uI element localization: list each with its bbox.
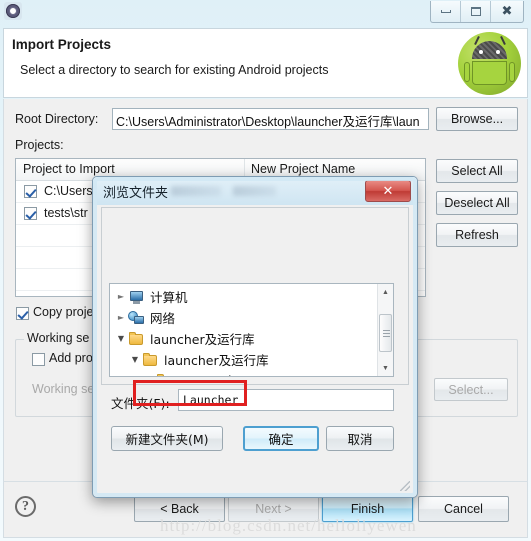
folder-name-label: 文件夹(F):: [111, 396, 170, 411]
chevron-down-icon[interactable]: ▼: [128, 355, 142, 364]
tree-item-launcher-root[interactable]: ▼ launcher及运行库: [114, 328, 257, 349]
tree-item-label: 计算机: [150, 290, 188, 305]
new-folder-button[interactable]: 新建文件夹(M): [111, 426, 223, 451]
tree-item-label: 网络: [150, 311, 176, 326]
dialog-title: 浏览文件夹: [103, 186, 169, 201]
page-subtitle: Select a directory to search for existin…: [20, 63, 329, 77]
eclipse-gear-icon: [4, 2, 22, 20]
select-working-set-button[interactable]: Select...: [434, 378, 508, 401]
tree-item-network[interactable]: ► 网络: [114, 307, 177, 328]
watermark: http://blog.csdn.net/helloliyewen: [160, 516, 417, 535]
tree-scrollbar[interactable]: ▲ ▼: [377, 284, 393, 376]
computer-icon: [128, 290, 145, 304]
folder-icon: [128, 331, 145, 346]
dialog-cancel-button[interactable]: 取消: [326, 426, 394, 451]
close-icon: ✖: [501, 4, 513, 19]
chevron-right-icon[interactable]: ►: [114, 292, 128, 301]
select-all-button[interactable]: Select All: [436, 159, 518, 183]
column-header-new-project-name[interactable]: New Project Name: [251, 162, 355, 176]
window-titlebar: ✖: [0, 0, 531, 26]
copy-projects-checkbox[interactable]: [16, 307, 29, 320]
network-icon: [128, 310, 145, 325]
blurred-title-text: [233, 186, 276, 196]
cancel-button[interactable]: Cancel: [418, 496, 509, 522]
tree-item-computer[interactable]: ► 计算机: [114, 286, 190, 307]
folder-icon: [156, 373, 173, 376]
browse-button[interactable]: Browse...: [436, 107, 518, 131]
add-project-checkbox[interactable]: [32, 353, 45, 366]
row-checkbox[interactable]: [24, 185, 37, 198]
scrollbar-thumb[interactable]: [379, 314, 392, 352]
working-set-label: Working se: [32, 382, 95, 396]
folder-icon: [142, 352, 159, 367]
ok-button[interactable]: 确定: [243, 426, 319, 451]
tree-item-classes[interactable]: ► classes库: [142, 370, 238, 377]
row-project-path: C:\Users: [44, 184, 93, 198]
resize-grip-icon[interactable]: [400, 481, 410, 491]
android-robot-icon: [458, 32, 521, 95]
tree-item-label: classes库: [176, 371, 238, 376]
dialog-titlebar: 浏览文件夹 ✕: [93, 177, 417, 205]
tree-item-label: launcher及运行库: [150, 332, 255, 347]
row-checkbox[interactable]: [24, 207, 37, 220]
maximize-button[interactable]: [461, 1, 491, 22]
root-directory-input[interactable]: C:\Users\Administrator\Desktop\launcher及…: [112, 108, 429, 130]
column-header-project-to-import[interactable]: Project to Import: [23, 162, 115, 176]
row-project-path: tests\str: [44, 206, 88, 220]
blurred-title-text: [171, 186, 221, 196]
root-directory-label: Root Directory:: [15, 112, 99, 126]
dialog-close-button[interactable]: ✕: [365, 180, 411, 202]
tree-item-label: launcher及运行库: [164, 353, 269, 368]
deselect-all-button[interactable]: Deselect All: [436, 191, 518, 215]
scroll-up-icon[interactable]: ▲: [378, 284, 393, 300]
folder-tree[interactable]: ► 计算机 ► 网络 ▼ launcher及运行库 ▼ launcher及运行库…: [109, 283, 394, 377]
copy-projects-label: Copy proje: [33, 305, 94, 319]
folder-name-input[interactable]: Launcher: [178, 389, 394, 411]
chevron-right-icon[interactable]: ►: [114, 313, 128, 322]
scroll-down-icon[interactable]: ▼: [378, 360, 393, 376]
browse-folder-dialog: 浏览文件夹 ✕ ► 计算机 ► 网络 ▼ launcher及运行库 ▼ laun…: [92, 176, 418, 498]
chevron-right-icon[interactable]: ►: [142, 376, 156, 377]
close-icon: ✕: [382, 183, 394, 199]
chevron-down-icon[interactable]: ▼: [114, 334, 128, 343]
help-icon[interactable]: ?: [15, 496, 36, 517]
wizard-header: Import Projects Select a directory to se…: [3, 28, 528, 98]
dialog-content: ► 计算机 ► 网络 ▼ launcher及运行库 ▼ launcher及运行库…: [98, 205, 414, 494]
close-button[interactable]: ✖: [491, 1, 523, 22]
tree-item-launcher-sub[interactable]: ▼ launcher及运行库: [128, 349, 271, 370]
refresh-button[interactable]: Refresh: [436, 223, 518, 247]
page-title: Import Projects: [12, 37, 112, 52]
projects-label: Projects:: [15, 138, 64, 152]
screenshot-root: ✖ Import Projects Select a directory to …: [0, 0, 531, 541]
window-controls: ✖: [430, 1, 524, 23]
add-project-label: Add pro: [49, 351, 93, 365]
minimize-button[interactable]: [431, 1, 461, 22]
working-sets-group-label: Working se: [24, 331, 93, 345]
